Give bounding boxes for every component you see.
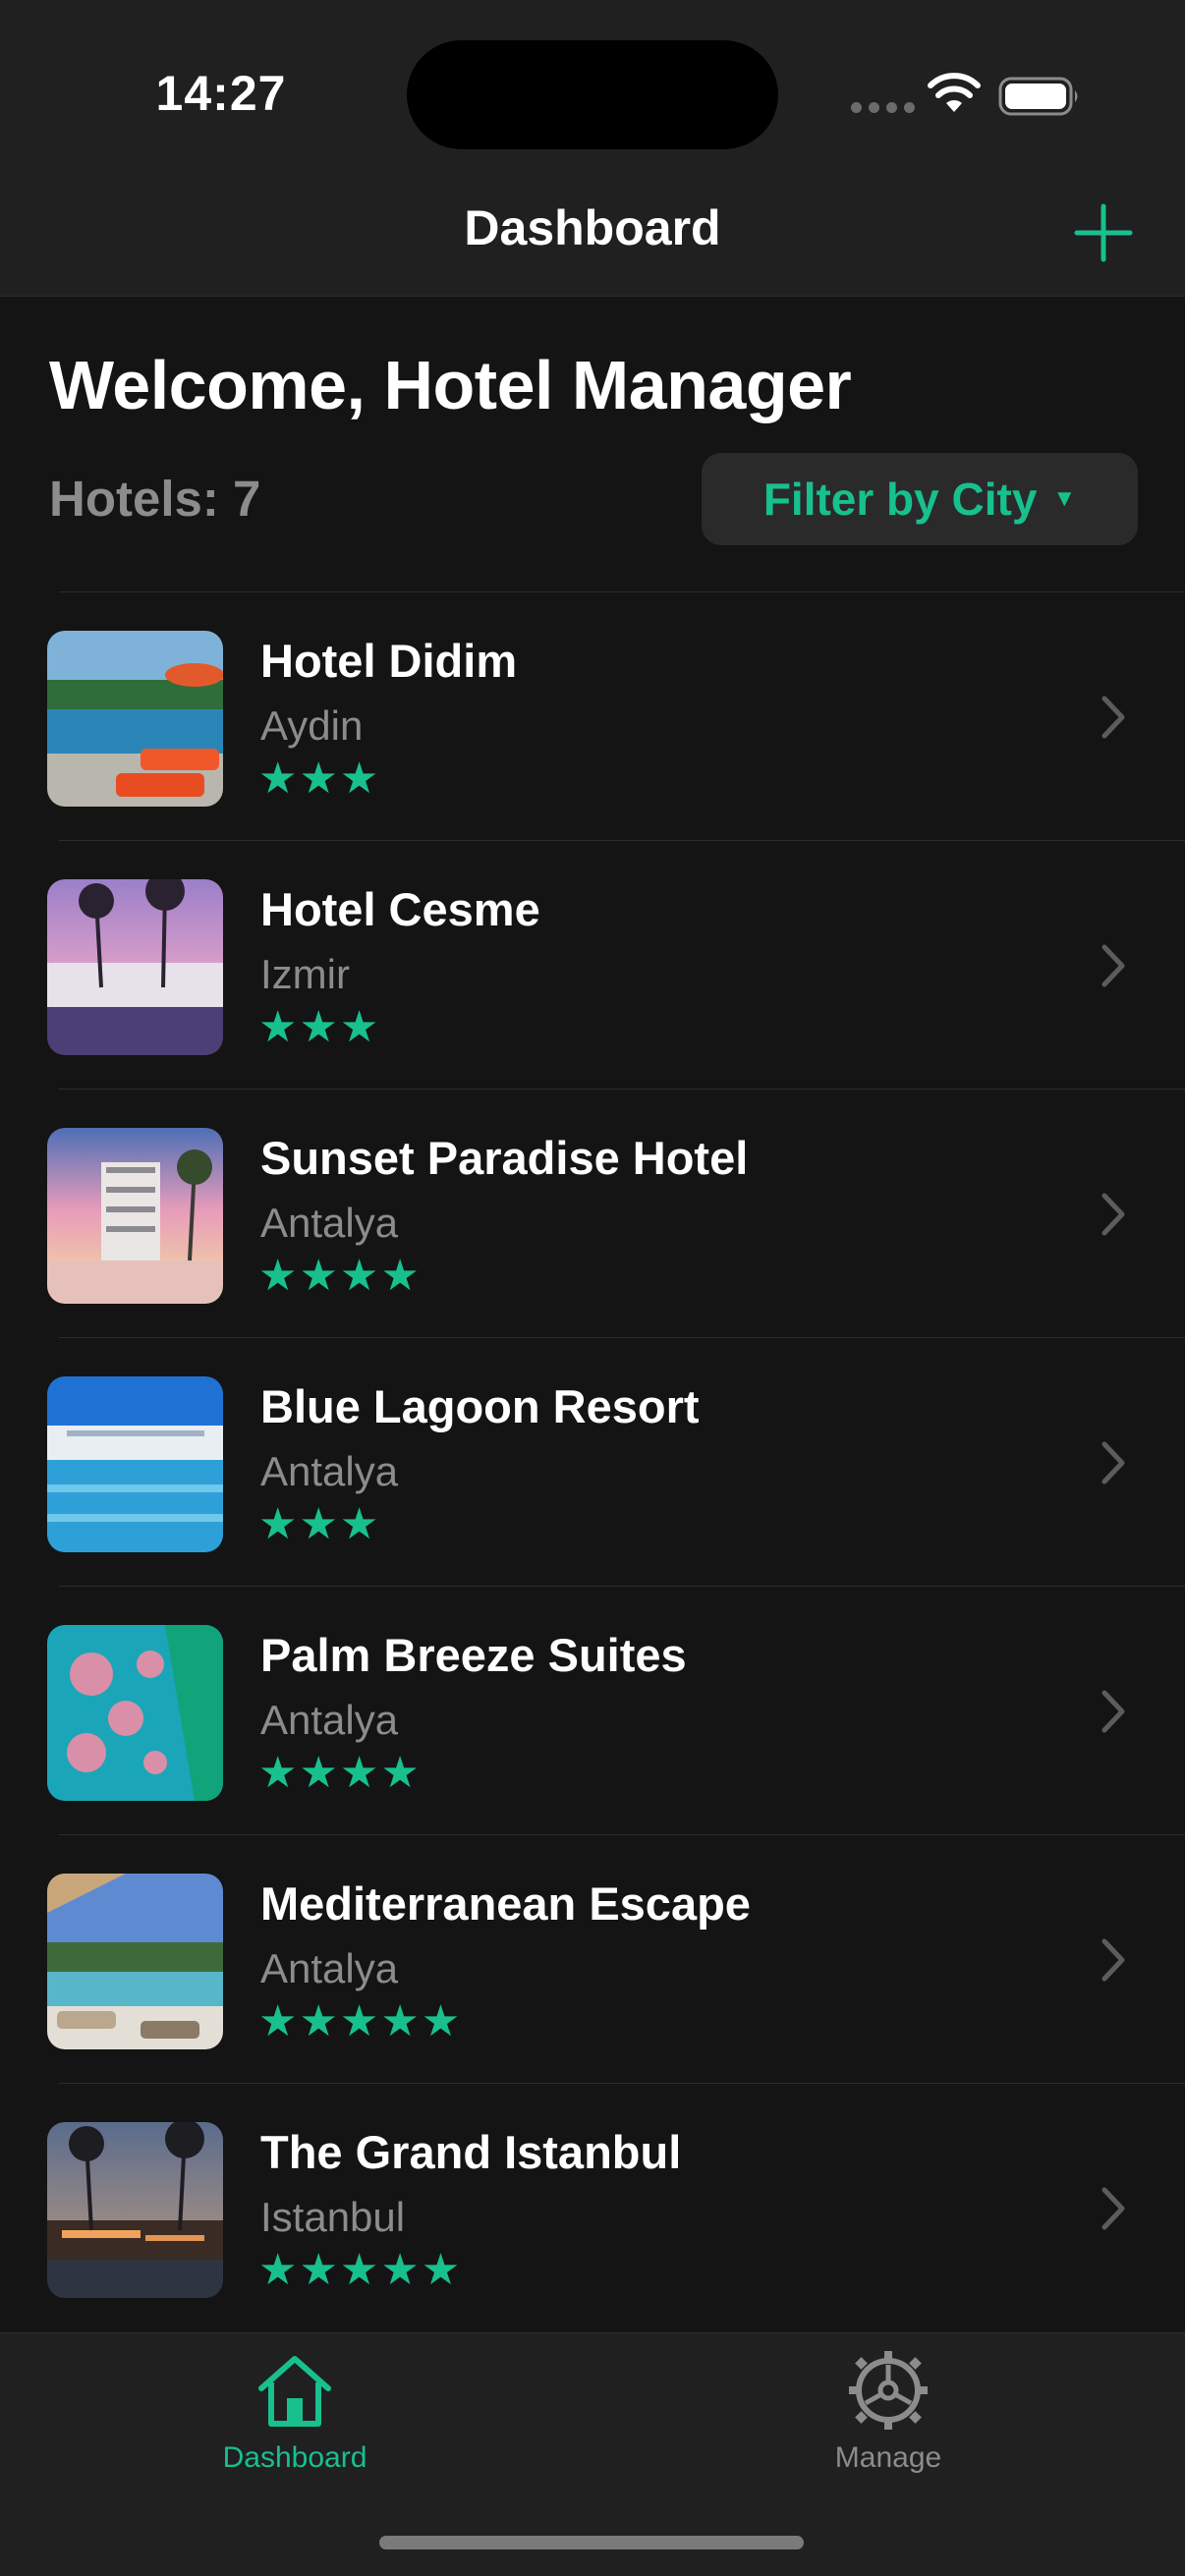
- hotel-thumbnail: [47, 1874, 223, 2049]
- tab-dashboard[interactable]: Dashboard: [147, 2347, 442, 2475]
- dynamic-island: [407, 40, 778, 149]
- star-rating: ★★★: [258, 1500, 381, 1548]
- chevron-right-icon: [1101, 696, 1125, 739]
- hotel-thumbnail: [47, 1128, 223, 1304]
- hotel-city: Istanbul: [260, 2194, 406, 2240]
- hotel-city: Izmir: [260, 951, 350, 997]
- filter-label: Filter by City: [762, 474, 1038, 525]
- hotel-row[interactable]: Hotel Didim Aydin ★★★: [47, 591, 1185, 840]
- hotel-name: Hotel Didim: [260, 635, 518, 687]
- hotel-name: Sunset Paradise Hotel: [260, 1132, 749, 1184]
- top-bar: 14:27 Dashboard: [0, 0, 1185, 297]
- app-screen: 14:27 Dashboard Welcome, Hotel Manager H…: [0, 0, 1185, 2576]
- hotel-row[interactable]: Blue Lagoon Resort Antalya ★★★: [47, 1337, 1185, 1586]
- chevron-right-icon: [1101, 1441, 1125, 1484]
- hotel-thumbnail: [47, 2122, 223, 2298]
- hotel-city: Antalya: [260, 1945, 399, 1991]
- home-indicator: [379, 2536, 804, 2549]
- hotel-row[interactable]: Palm Breeze Suites Antalya ★★★★: [47, 1586, 1185, 1834]
- hotel-thumbnail: [47, 1625, 223, 1801]
- hotel-row[interactable]: Mediterranean Escape Antalya ★★★★★: [47, 1834, 1185, 2083]
- nav-title: Dashboard: [464, 200, 721, 255]
- status-time: 14:27: [155, 66, 287, 121]
- hotel-city: Aydin: [260, 702, 364, 749]
- filter-by-city-button[interactable]: Filter by City ▼: [702, 453, 1138, 545]
- star-rating: ★★★★★: [258, 2246, 463, 2294]
- hotel-name: Hotel Cesme: [260, 883, 540, 935]
- star-rating: ★★★: [258, 755, 381, 803]
- hotel-row[interactable]: Sunset Paradise Hotel Antalya ★★★★: [47, 1089, 1185, 1337]
- battery-icon: [998, 77, 1078, 116]
- cellular-signal-icon: [851, 102, 915, 113]
- wifi-icon: [928, 73, 981, 112]
- hotel-thumbnail: [47, 1376, 223, 1552]
- tab-manage[interactable]: Manage: [741, 2347, 1036, 2475]
- hotel-name: Blue Lagoon Resort: [260, 1380, 700, 1432]
- hotel-name: Mediterranean Escape: [260, 1877, 751, 1930]
- chevron-right-icon: [1101, 2187, 1125, 2230]
- hotel-row[interactable]: The Grand Istanbul Istanbul ★★★★★: [47, 2083, 1185, 2331]
- hotel-city: Antalya: [260, 1200, 399, 1246]
- add-hotel-button[interactable]: [1067, 196, 1140, 269]
- hotel-name: The Grand Istanbul: [260, 2126, 682, 2178]
- star-rating: ★★★★: [258, 1749, 422, 1797]
- hotel-thumbnail: [47, 631, 223, 807]
- chevron-right-icon: [1101, 1938, 1125, 1982]
- tab-label: Manage: [834, 2441, 942, 2474]
- star-rating: ★★★★: [258, 1252, 422, 1300]
- hotel-city: Antalya: [260, 1448, 399, 1494]
- house-icon: [258, 2356, 331, 2427]
- star-rating: ★★★: [258, 1003, 381, 1051]
- chevron-right-icon: [1101, 1193, 1125, 1236]
- hotel-city: Antalya: [260, 1697, 399, 1743]
- hotel-count: Hotels: 7: [49, 471, 261, 527]
- hotel-row[interactable]: Hotel Cesme Izmir ★★★: [47, 840, 1185, 1089]
- hotel-name: Palm Breeze Suites: [260, 1629, 687, 1681]
- hotel-list: Hotel Didim Aydin ★★★ Hotel Cesme Izmir …: [0, 591, 1185, 2331]
- hotel-thumbnail: [47, 879, 223, 1055]
- caret-down-icon: ▼: [1052, 485, 1077, 512]
- chevron-right-icon: [1101, 944, 1125, 987]
- welcome-heading: Welcome, Hotel Manager: [49, 347, 852, 423]
- chevron-right-icon: [1101, 1690, 1125, 1733]
- star-rating: ★★★★★: [258, 1997, 463, 2045]
- tab-label: Dashboard: [222, 2441, 367, 2474]
- gear-icon: [849, 2351, 928, 2430]
